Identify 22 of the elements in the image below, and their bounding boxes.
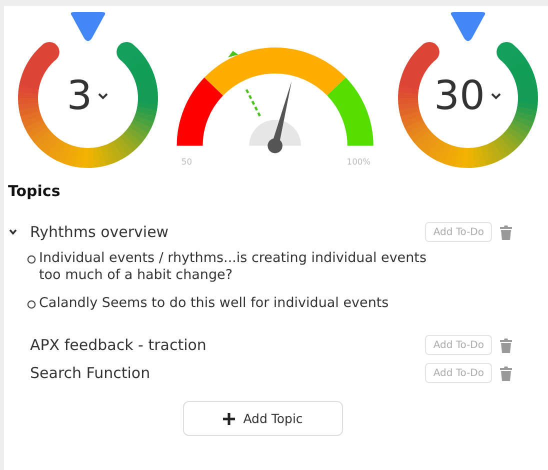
topic-title: Ryhthms overview <box>30 223 170 241</box>
chevron-down-icon[interactable] <box>8 227 18 237</box>
trash-icon[interactable] <box>500 366 512 380</box>
add-topic-button[interactable]: Add Topic <box>183 401 343 436</box>
plus-icon <box>223 412 236 424</box>
trash-icon[interactable] <box>500 338 512 352</box>
chevron-down-icon <box>97 92 110 100</box>
trash-icon[interactable] <box>500 224 512 240</box>
topic-title: APX feedback - traction <box>30 336 208 354</box>
topic-title: Search Function <box>30 364 152 382</box>
chevron-down-icon <box>490 92 502 100</box>
circle-bullet-icon <box>27 300 36 309</box>
note-text: Individual events / rhythms...is creating individual events too much of a habit change? <box>39 250 428 284</box>
scale-label: 50 <box>181 156 192 166</box>
note-text: Calandly Seems to do this well for individual events <box>39 295 390 312</box>
circle-bullet-icon <box>27 255 36 264</box>
value-dropdown[interactable]: 30 <box>430 68 506 124</box>
value-dropdown[interactable]: 3 <box>50 68 126 124</box>
scale-label: 100% <box>346 156 371 166</box>
triangle-marker-icon <box>70 12 106 41</box>
triangle-marker-icon <box>450 12 486 41</box>
section-title: Topics <box>8 182 62 200</box>
